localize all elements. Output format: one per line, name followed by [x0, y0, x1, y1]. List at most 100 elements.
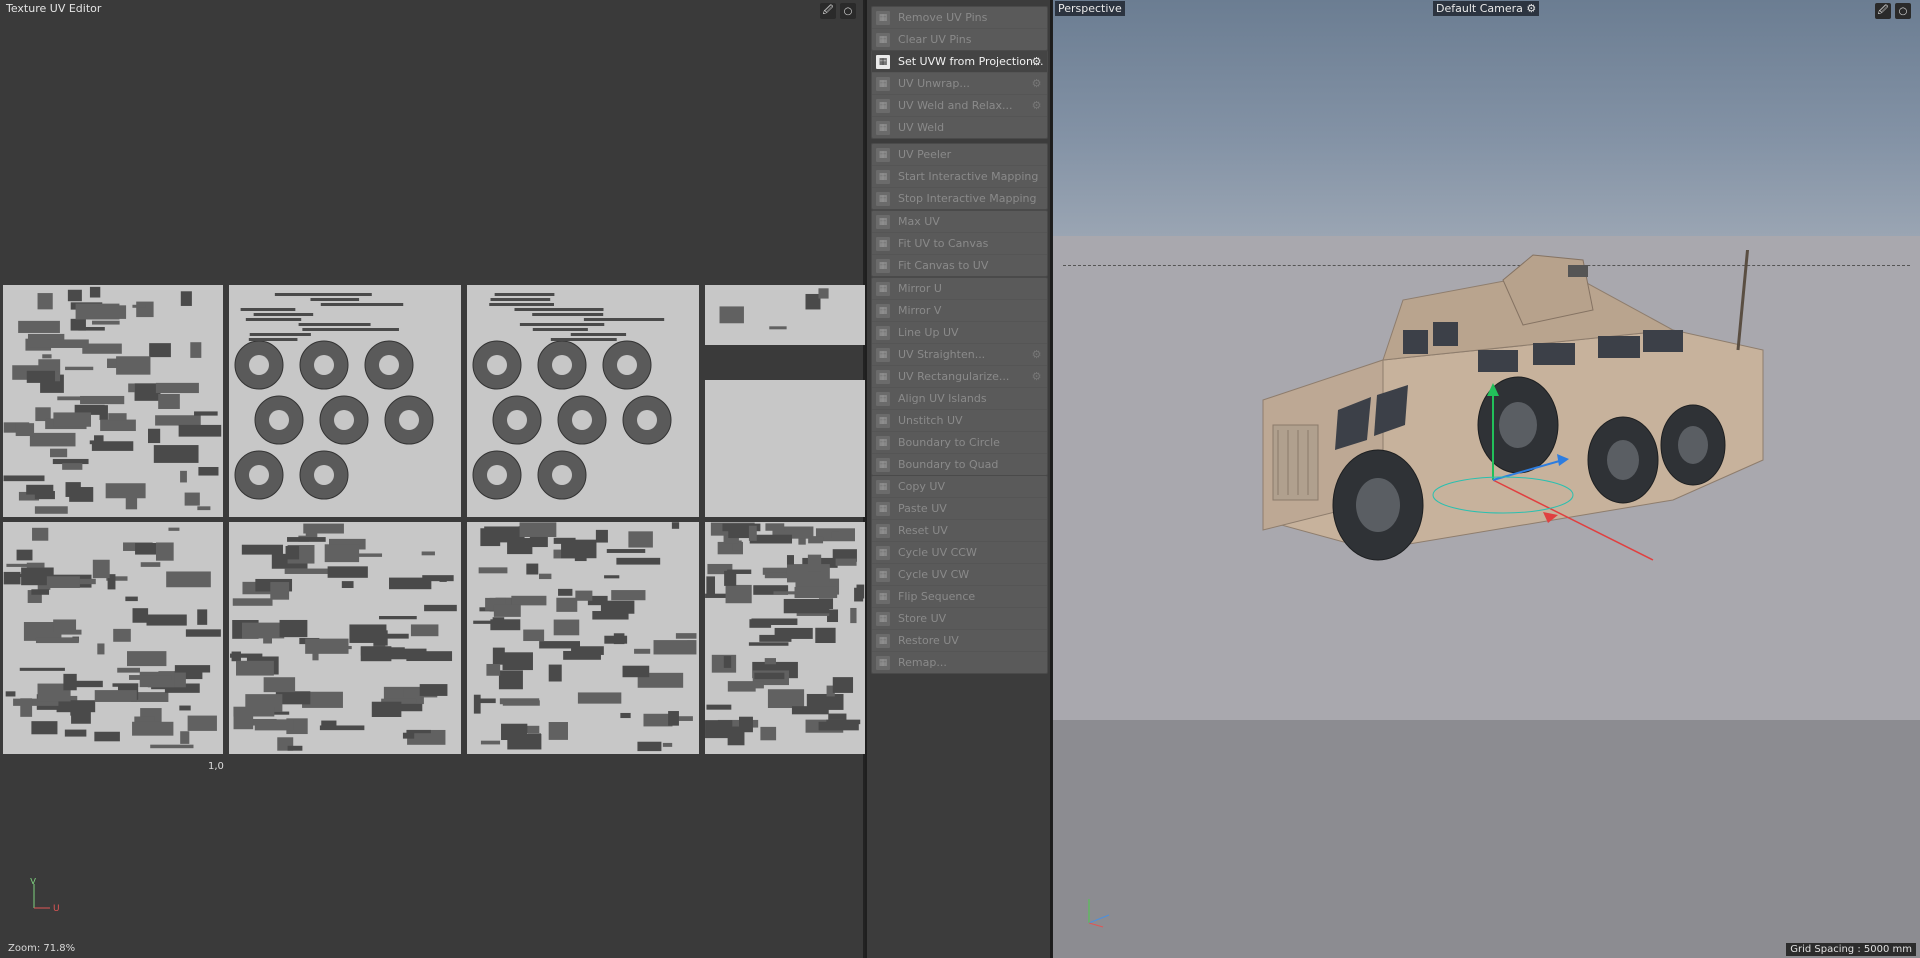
uv-tile	[705, 285, 865, 345]
command-item[interactable]: ▦ UV Unwrap... ⚙	[872, 73, 1047, 95]
command-icon: ▦	[876, 567, 890, 582]
command-label: Remap...	[898, 656, 947, 669]
command-icon: ▦	[876, 325, 890, 340]
command-item[interactable]: ▦ UV Weld	[872, 117, 1047, 138]
command-icon: ▦	[876, 120, 890, 135]
command-icon: ▦	[876, 147, 890, 162]
camera-selector[interactable]: Default Camera ⚙	[1433, 1, 1540, 16]
command-item[interactable]: ▦ UV Peeler	[872, 144, 1047, 166]
uv-command-palette: ▦ Remove UV Pins ▦ Clear UV Pins ▦ Set UVW fr…	[867, 0, 1052, 958]
command-icon: ▦	[876, 479, 890, 494]
command-icon: ▦	[876, 545, 890, 560]
uv-tile	[3, 285, 223, 517]
gear-icon[interactable]: ⚙	[1030, 77, 1043, 90]
uv-coordinate-label: 1,0	[208, 761, 224, 772]
command-item[interactable]: ▦ Remap...	[872, 652, 1047, 673]
vehicle-model[interactable]	[1203, 250, 1803, 690]
command-icon: ▦	[876, 236, 890, 251]
command-item[interactable]: ▦ Cycle UV CW	[872, 564, 1047, 586]
command-item[interactable]: ▦ Max UV	[872, 211, 1047, 233]
command-label: Mirror V	[898, 304, 942, 317]
command-icon: ▦	[876, 369, 890, 384]
command-item[interactable]: ▦ Clear UV Pins	[872, 29, 1047, 50]
command-item[interactable]: ▦ Line Up UV	[872, 322, 1047, 344]
command-item[interactable]: ▦ Store UV	[872, 608, 1047, 630]
pin-icon[interactable]: 🖉	[820, 3, 836, 19]
gear-icon[interactable]: ⚙	[1030, 55, 1043, 68]
command-item[interactable]: ▦ Mirror U	[872, 278, 1047, 300]
uv-tile	[229, 285, 461, 517]
command-item[interactable]: ▦ Fit Canvas to UV	[872, 255, 1047, 276]
axis-u-label: U	[53, 904, 60, 912]
pin-icon[interactable]: 🖉	[1875, 3, 1891, 19]
gear-icon[interactable]: ⚙	[1030, 348, 1043, 361]
command-label: Fit UV to Canvas	[898, 237, 989, 250]
camera-label: Default Camera	[1436, 2, 1523, 15]
command-label: Align UV Islands	[898, 392, 987, 405]
command-label: Remove UV Pins	[898, 11, 988, 24]
command-label: Start Interactive Mapping	[898, 170, 1039, 183]
gear-icon[interactable]: ⚙	[1030, 99, 1043, 112]
viewport-foreground	[1053, 720, 1920, 958]
command-icon: ▦	[876, 413, 890, 428]
command-label: UV Straighten...	[898, 348, 986, 361]
command-label: Clear UV Pins	[898, 33, 972, 46]
command-item[interactable]: ▦ Copy UV	[872, 476, 1047, 498]
command-item[interactable]: ▦ UV Weld and Relax... ⚙	[872, 95, 1047, 117]
perspective-viewport[interactable]: Perspective Default Camera ⚙ 🖉 ○ Grid Sp…	[1053, 0, 1920, 958]
view-name-label[interactable]: Perspective	[1055, 1, 1125, 16]
command-item[interactable]: ▦ Boundary to Quad	[872, 454, 1047, 475]
command-label: Flip Sequence	[898, 590, 976, 603]
command-label: Line Up UV	[898, 326, 959, 339]
command-icon: ▦	[876, 435, 890, 450]
viewport-sky	[1053, 0, 1920, 236]
command-item[interactable]: ▦ Unstitch UV	[872, 410, 1047, 432]
uv-canvas[interactable]	[3, 285, 865, 760]
command-label: Max UV	[898, 215, 940, 228]
command-item[interactable]: ▦ Restore UV	[872, 630, 1047, 652]
command-group: ▦ UV Peeler ▦ Start Interactive Mapping ▦ Sto…	[871, 143, 1048, 210]
command-item[interactable]: ▦ Align UV Islands	[872, 388, 1047, 410]
command-label: Boundary to Circle	[898, 436, 1000, 449]
command-icon: ▦	[876, 32, 890, 47]
command-icon: ▦	[876, 501, 890, 516]
command-label: Restore UV	[898, 634, 959, 647]
zoom-readout: Zoom: 71.8%	[8, 943, 76, 954]
command-item[interactable]: ▦ Remove UV Pins	[872, 7, 1047, 29]
command-item[interactable]: ▦ Stop Interactive Mapping	[872, 188, 1047, 209]
command-label: Mirror U	[898, 282, 942, 295]
gear-icon[interactable]: ⚙	[1030, 370, 1043, 383]
command-item[interactable]: ▦ Boundary to Circle	[872, 432, 1047, 454]
command-item[interactable]: ▦ Set UVW from Projection... ⚙	[872, 51, 1047, 73]
uv-tile	[467, 285, 699, 517]
uv-editor-title: Texture UV Editor	[6, 2, 102, 15]
command-label: UV Rectangularize...	[898, 370, 1010, 383]
camera-settings-icon: ⚙	[1526, 2, 1537, 15]
command-icon: ▦	[876, 655, 890, 670]
command-item[interactable]: ▦ Reset UV	[872, 520, 1047, 542]
viewport-header-icons: 🖉 ○	[1875, 3, 1911, 19]
command-label: Fit Canvas to UV	[898, 259, 989, 272]
command-item[interactable]: ▦ UV Straighten... ⚙	[872, 344, 1047, 366]
uv-editor-panel[interactable]: Texture UV Editor 🖉 ○ 1,0 V U Zoom: 71.8…	[0, 0, 865, 958]
command-item[interactable]: ▦ Cycle UV CCW	[872, 542, 1047, 564]
command-group: ▦ Max UV ▦ Fit UV to Canvas ▦ Fit Canvas to U…	[871, 210, 1048, 277]
command-item[interactable]: ▦ Flip Sequence	[872, 586, 1047, 608]
command-label: Reset UV	[898, 524, 948, 537]
uv-tile	[705, 522, 865, 754]
command-item[interactable]: ▦ UV Rectangularize... ⚙	[872, 366, 1047, 388]
command-item[interactable]: ▦ Fit UV to Canvas	[872, 233, 1047, 255]
maximize-icon[interactable]: ○	[840, 3, 856, 19]
command-icon: ▦	[876, 457, 890, 472]
command-icon: ▦	[876, 169, 890, 184]
maximize-icon[interactable]: ○	[1895, 3, 1911, 19]
uv-axis-gizmo-icon: V U	[30, 878, 60, 912]
command-item[interactable]: ▦ Start Interactive Mapping	[872, 166, 1047, 188]
command-icon: ▦	[876, 303, 890, 318]
command-icon: ▦	[876, 523, 890, 538]
command-label: UV Unwrap...	[898, 77, 970, 90]
command-item[interactable]: ▦ Paste UV	[872, 498, 1047, 520]
uv-tile	[3, 522, 223, 754]
command-icon: ▦	[876, 214, 890, 229]
command-item[interactable]: ▦ Mirror V	[872, 300, 1047, 322]
